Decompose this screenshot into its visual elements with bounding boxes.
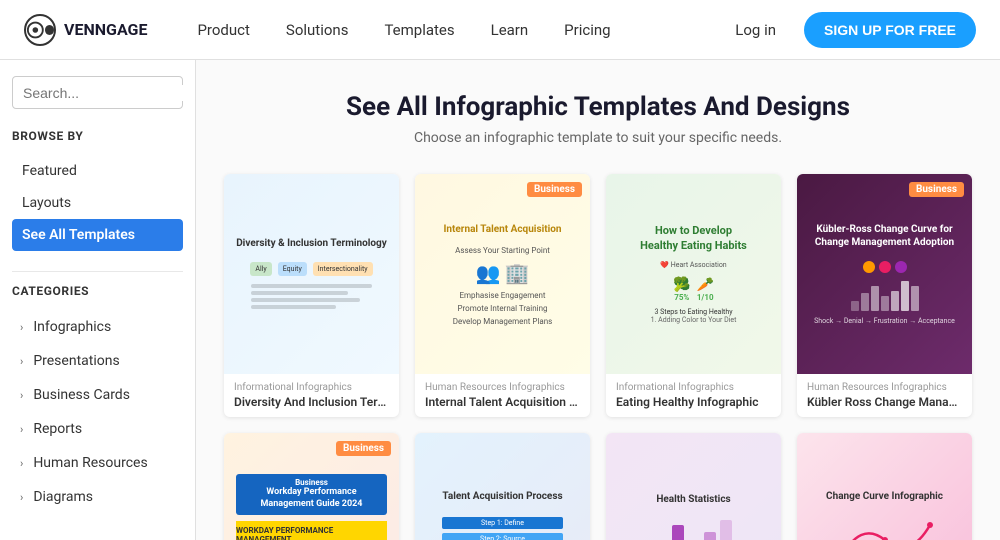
cat-diagrams[interactable]: › Diagrams bbox=[12, 480, 183, 514]
page-body: 🔍 BROWSE BY Featured Layouts See All Tem… bbox=[0, 60, 1000, 540]
login-button[interactable]: Log in bbox=[723, 13, 788, 47]
template-card-2[interactable]: Business Internal Talent Acquisition Ass… bbox=[415, 174, 590, 417]
logo-text: VENNGAGE bbox=[64, 20, 147, 39]
card-title-3: Eating Healthy Infographic bbox=[616, 395, 771, 409]
main-header: See All Infographic Templates And Design… bbox=[224, 92, 972, 146]
template-card-1[interactable]: Diversity & Inclusion Terminology Ally E… bbox=[224, 174, 399, 417]
header-right: Log in SIGN UP FOR FREE bbox=[723, 12, 976, 48]
header: VENNGAGE Product Solutions Templates Lea… bbox=[0, 0, 1000, 60]
card-category-3: Informational Infographics bbox=[616, 382, 771, 393]
sidebar-item-see-all-templates[interactable]: See All Templates bbox=[12, 219, 183, 251]
card-thumbnail-2: Internal Talent Acquisition Assess Your … bbox=[415, 174, 590, 374]
card-category-4: Human Resources Infographics bbox=[807, 382, 962, 393]
card-footer-4: Human Resources Infographics Kübler Ross… bbox=[797, 374, 972, 417]
search-box[interactable]: 🔍 bbox=[12, 76, 183, 109]
card-footer-3: Informational Infographics Eating Health… bbox=[606, 374, 781, 417]
card-badge-4: Business bbox=[909, 182, 964, 197]
card-thumbnail-7: Health Statistics Global Health Statisti… bbox=[606, 433, 781, 540]
chevron-icon: › bbox=[20, 321, 23, 334]
cat-reports[interactable]: › Reports bbox=[12, 412, 183, 446]
card-title-4: Kübler Ross Change Manag... bbox=[807, 395, 962, 409]
browse-by-section: BROWSE BY Featured Layouts See All Templ… bbox=[0, 125, 195, 263]
card-title-1: Diversity And Inclusion Term... bbox=[234, 395, 389, 409]
card-category-1: Informational Infographics bbox=[234, 382, 389, 393]
template-card-6[interactable]: Talent Acquisition Process Step 1: Defin… bbox=[415, 433, 590, 540]
page-subtitle: Choose an infographic template to suit y… bbox=[224, 130, 972, 146]
card-footer-1: Informational Infographics Diversity And… bbox=[224, 374, 399, 417]
chevron-icon: › bbox=[20, 389, 23, 402]
categories-title: CATEGORIES bbox=[12, 280, 183, 302]
logo[interactable]: VENNGAGE bbox=[24, 14, 147, 46]
cat-business-cards[interactable]: › Business Cards bbox=[12, 378, 183, 412]
template-card-5[interactable]: Business Business Workday PerformanceMan… bbox=[224, 433, 399, 540]
chevron-icon: › bbox=[20, 457, 23, 470]
search-input[interactable] bbox=[23, 85, 196, 101]
template-card-7[interactable]: Health Statistics Global Health Statisti… bbox=[606, 433, 781, 540]
card-thumbnail-1: Diversity & Inclusion Terminology Ally E… bbox=[224, 174, 399, 374]
chevron-icon: › bbox=[20, 491, 23, 504]
logo-icon bbox=[24, 14, 56, 46]
card-thumbnail-6: Talent Acquisition Process Step 1: Defin… bbox=[415, 433, 590, 540]
main-nav: Product Solutions Templates Learn Pricin… bbox=[183, 13, 723, 47]
sidebar-divider bbox=[12, 271, 183, 272]
template-card-8[interactable]: Change Curve Infographic Performance ove… bbox=[797, 433, 972, 540]
template-card-3[interactable]: How to DevelopHealthy Eating Habits ❤️ H… bbox=[606, 174, 781, 417]
card-badge-2: Business bbox=[527, 182, 582, 197]
signup-button[interactable]: SIGN UP FOR FREE bbox=[804, 12, 976, 48]
sidebar: 🔍 BROWSE BY Featured Layouts See All Tem… bbox=[0, 60, 196, 540]
cat-infographics[interactable]: › Infographics bbox=[12, 310, 183, 344]
nav-learn[interactable]: Learn bbox=[477, 13, 543, 47]
cat-human-resources[interactable]: › Human Resources bbox=[12, 446, 183, 480]
card-title-2: Internal Talent Acquisition I... bbox=[425, 395, 580, 409]
cat-presentations[interactable]: › Presentations bbox=[12, 344, 183, 378]
card-thumbnail-8: Change Curve Infographic Performance ove… bbox=[797, 433, 972, 540]
nav-solutions[interactable]: Solutions bbox=[272, 13, 363, 47]
chevron-icon: › bbox=[20, 355, 23, 368]
page-title: See All Infographic Templates And Design… bbox=[224, 92, 972, 122]
nav-pricing[interactable]: Pricing bbox=[550, 13, 624, 47]
main-content: See All Infographic Templates And Design… bbox=[196, 60, 1000, 540]
card-badge-5: Business bbox=[336, 441, 391, 456]
card-thumbnail-4: Kübler-Ross Change Curve for Change Mana… bbox=[797, 174, 972, 374]
template-card-4[interactable]: Business Kübler-Ross Change Curve for Ch… bbox=[797, 174, 972, 417]
sidebar-item-layouts[interactable]: Layouts bbox=[12, 187, 183, 219]
card-thumbnail-3: How to DevelopHealthy Eating Habits ❤️ H… bbox=[606, 174, 781, 374]
card-category-2: Human Resources Infographics bbox=[425, 382, 580, 393]
card-footer-2: Human Resources Infographics Internal Ta… bbox=[415, 374, 590, 417]
chevron-icon: › bbox=[20, 423, 23, 436]
nav-product[interactable]: Product bbox=[183, 13, 263, 47]
categories-section: CATEGORIES › Infographics › Presentation… bbox=[0, 280, 195, 514]
sidebar-item-featured[interactable]: Featured bbox=[12, 155, 183, 187]
template-grid: Diversity & Inclusion Terminology Ally E… bbox=[224, 174, 972, 540]
browse-by-title: BROWSE BY bbox=[12, 125, 183, 147]
nav-templates[interactable]: Templates bbox=[370, 13, 468, 47]
